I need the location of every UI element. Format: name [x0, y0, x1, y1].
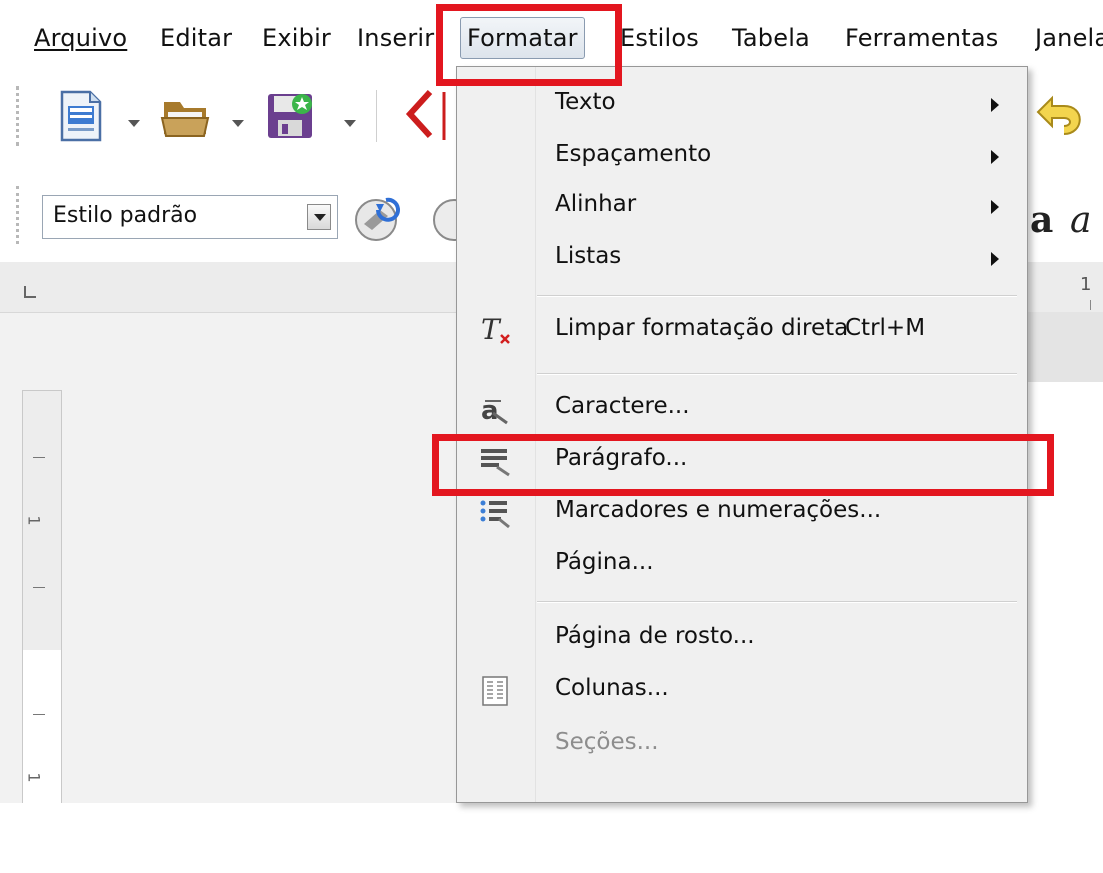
menu-item-texto[interactable]: Texto [457, 79, 1027, 131]
highlight-box-paragrafo [432, 434, 1054, 496]
save-icon[interactable] [262, 88, 314, 140]
menu-item-colunas[interactable]: Colunas... [457, 665, 1027, 717]
menu-separator [537, 373, 1017, 375]
open-folder-icon[interactable] [158, 88, 210, 140]
highlight-box-formatar [436, 4, 622, 86]
menu-separator [537, 295, 1017, 297]
svg-text:a: a [1070, 200, 1091, 241]
export-pdf-icon[interactable] [400, 88, 452, 140]
columns-icon [479, 675, 513, 707]
menu-item-pagina[interactable]: Página... [457, 539, 1027, 591]
menu-editar[interactable]: Editar [160, 18, 232, 58]
new-dropdown-icon[interactable] [128, 120, 140, 127]
toolbar-separator [376, 90, 377, 142]
menu-arquivo[interactable]: Arquivo [34, 18, 127, 58]
chevron-down-icon[interactable] [307, 204, 331, 230]
ruler-tick [33, 714, 45, 715]
ruler-tick [1090, 300, 1091, 310]
toolbar-grip[interactable] [16, 186, 23, 244]
save-dropdown-icon[interactable] [344, 120, 356, 127]
update-style-icon[interactable] [350, 190, 402, 242]
bold-italic-icon[interactable]: a a [1030, 190, 1103, 242]
open-dropdown-icon[interactable] [232, 120, 244, 127]
character-icon: a [479, 393, 513, 426]
page-header-area [1028, 312, 1103, 382]
vertical-ruler-page: 1 [22, 650, 62, 803]
menu-item-clear-formatting[interactable]: T Limpar formatação direta Ctrl+M [457, 305, 1027, 357]
menu-estilos[interactable]: Estilos [620, 18, 699, 58]
ruler-number: 1 [1080, 274, 1092, 295]
paragraph-style-select[interactable]: Estilo padrão [42, 195, 338, 239]
menu-janela[interactable]: Janela [1035, 18, 1103, 58]
menu-item-alinhar[interactable]: Alinhar [457, 181, 1027, 233]
menu-item-espacamento[interactable]: Espaçamento [457, 131, 1027, 183]
new-style-icon[interactable] [424, 190, 456, 242]
ruler-number: 1 [24, 772, 44, 783]
paragraph-style-value: Estilo padrão [53, 203, 198, 228]
bullets-numbering-icon [479, 497, 513, 529]
submenu-arrow-icon [991, 150, 999, 164]
new-document-icon[interactable] [56, 88, 108, 142]
menu-item-listas[interactable]: Listas [457, 233, 1027, 285]
menu-tabela[interactable]: Tabela [732, 18, 810, 58]
vertical-ruler: 1 [22, 390, 62, 652]
ruler-tick [33, 457, 45, 458]
menu-item-caractere[interactable]: a Caractere... [457, 383, 1027, 435]
undo-icon[interactable] [1034, 94, 1086, 146]
clear-formatting-icon: T [479, 313, 513, 347]
svg-text:T: T [481, 315, 502, 346]
svg-text:a: a [1030, 199, 1053, 241]
menu-separator [537, 601, 1017, 603]
menu-ferramentas[interactable]: Ferramentas [845, 18, 998, 58]
menu-item-pagina-de-rosto[interactable]: Página de rosto... [457, 613, 1027, 665]
tab-stop-icon[interactable] [24, 286, 36, 298]
menu-item-secoes: Seções... [555, 729, 659, 755]
toolbar-grip[interactable] [16, 86, 23, 146]
menu-exibir[interactable]: Exibir [262, 18, 331, 58]
ruler-tick [33, 587, 45, 588]
submenu-arrow-icon [991, 200, 999, 214]
submenu-arrow-icon [991, 252, 999, 266]
ruler-number: 1 [24, 515, 44, 526]
submenu-arrow-icon [991, 98, 999, 112]
shortcut-text: Ctrl+M [845, 315, 926, 341]
